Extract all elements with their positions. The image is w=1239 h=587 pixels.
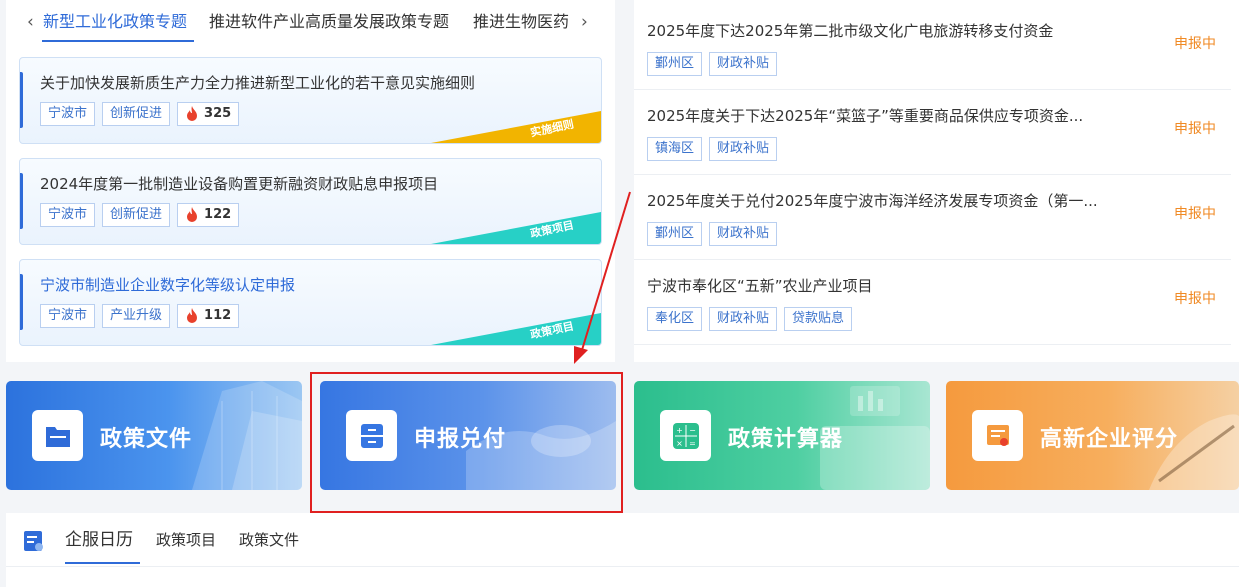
card-accent-bar [20, 72, 23, 128]
fund-title[interactable]: 宁波市奉化区“五新”农业产业项目 [647, 276, 1147, 296]
region-tag: 鄞州区 [647, 52, 703, 76]
svg-text:=: = [689, 439, 696, 448]
fund-tags: 鄞州区 财政补贴 [647, 52, 778, 76]
region-tag: 宁波市 [40, 203, 96, 227]
certificate-icon [972, 410, 1023, 461]
hot-count: 325 [204, 106, 232, 121]
category-tag: 财政补贴 [709, 307, 778, 331]
fire-icon [187, 308, 198, 323]
hot-count: 112 [204, 308, 232, 323]
category-tag: 创新促进 [102, 102, 171, 126]
tab-policy-projects[interactable]: 政策项目 [156, 529, 216, 551]
policy-card[interactable]: 宁波市制造业企业数字化等级认定申报 宁波市 产业升级 112 政策项目 [19, 259, 602, 346]
region-tag: 宁波市 [40, 102, 96, 126]
category-tag: 产业升级 [102, 304, 171, 328]
policy-card-title[interactable]: 关于加快发展新质生产力全力推进新型工业化的若干意见实施细则 [40, 73, 475, 93]
highlight-box [310, 372, 623, 513]
fire-icon [187, 106, 198, 121]
list-item[interactable]: 2025年度下达2025年第二批市级文化广电旅游转移支付资金 申报中 鄞州区 财… [634, 4, 1231, 90]
hot-count: 122 [204, 207, 232, 222]
funding-list-panel: 2025年度下达2025年第二批市级文化广电旅游转移支付资金 申报中 鄞州区 财… [634, 0, 1239, 362]
policy-card-title[interactable]: 2024年度第一批制造业设备购置更新融资财政贴息申报项目 [40, 174, 438, 194]
policy-documents-banner[interactable]: 政策文件 [6, 381, 302, 490]
tab-enterprise-calendar[interactable]: 企服日历 [65, 529, 133, 551]
hot-count-badge: 122 [177, 203, 240, 227]
tab-new-industrialization[interactable]: 新型工业化政策专题 [43, 12, 187, 32]
divider [6, 566, 1239, 567]
annotation-arrow-icon [574, 191, 631, 364]
policy-card[interactable]: 关于加快发展新质生产力全力推进新型工业化的若干意见实施细则 宁波市 创新促进 3… [19, 57, 602, 144]
tab-biomedicine[interactable]: 推进生物医药 [473, 12, 577, 32]
region-tag: 鄞州区 [647, 222, 703, 246]
policy-card-tags: 宁波市 创新促进 122 [40, 203, 240, 227]
active-tab-indicator [65, 562, 140, 564]
svg-text:×: × [676, 439, 683, 448]
policy-card-title[interactable]: 宁波市制造业企业数字化等级认定申报 [40, 275, 295, 295]
folder-icon [32, 410, 83, 461]
policy-topic-tabs: ‹ 新型工业化政策专题 推进软件产业高质量发展政策专题 推进生物医药 › [6, 0, 615, 46]
category-tag: 贷款贴息 [784, 307, 853, 331]
status-badge: 申报中 [1174, 121, 1216, 137]
calculator-icon: + − × = [660, 410, 711, 461]
region-tag: 奉化区 [647, 307, 703, 331]
policy-topic-panel: ‹ 新型工业化政策专题 推进软件产业高质量发展政策专题 推进生物医药 › 关于加… [6, 0, 615, 362]
status-badge: 申报中 [1174, 206, 1216, 222]
policy-card-tags: 宁波市 产业升级 112 [40, 304, 240, 328]
chevron-left-icon[interactable]: ‹ [27, 12, 34, 32]
category-tag: 财政补贴 [709, 222, 778, 246]
chevron-right-icon[interactable]: › [581, 12, 588, 32]
banner-label: 政策计算器 [728, 427, 844, 452]
fire-icon [187, 207, 198, 222]
fund-title[interactable]: 2025年度下达2025年第二批市级文化广电旅游转移支付资金 [647, 21, 1147, 41]
category-tag: 财政补贴 [709, 137, 778, 161]
svg-text:−: − [689, 426, 696, 435]
card-accent-bar [20, 173, 23, 229]
fund-tags: 镇海区 财政补贴 [647, 137, 778, 161]
region-tag: 宁波市 [40, 304, 96, 328]
fund-title[interactable]: 2025年度关于下达2025年“菜篮子”等重要商品保供应专项资金... [647, 106, 1147, 126]
card-accent-bar [20, 274, 23, 330]
fund-tags: 奉化区 财政补贴 贷款贴息 [647, 307, 853, 331]
category-tag: 财政补贴 [709, 52, 778, 76]
hot-count-badge: 112 [177, 304, 240, 328]
banner-label: 高新企业评分 [1040, 427, 1179, 452]
tab-policy-documents[interactable]: 政策文件 [239, 529, 299, 551]
high-tech-score-banner[interactable]: 高新企业评分 [946, 381, 1239, 490]
category-tag: 创新促进 [102, 203, 171, 227]
status-badge: 申报中 [1174, 36, 1216, 52]
status-badge: 申报中 [1174, 291, 1216, 307]
active-tab-indicator [42, 40, 194, 42]
policy-calculator-banner[interactable]: + − × = 政策计算器 [634, 381, 930, 490]
enterprise-calendar-bar: 企服日历 政策项目 政策文件 [6, 513, 1239, 587]
list-item[interactable]: 宁波市奉化区“五新”农业产业项目 申报中 奉化区 财政补贴 贷款贴息 [634, 259, 1231, 345]
tab-software-industry[interactable]: 推进软件产业高质量发展政策专题 [209, 12, 449, 32]
fund-tags: 鄞州区 财政补贴 [647, 222, 778, 246]
policy-card[interactable]: 2024年度第一批制造业设备购置更新融资财政贴息申报项目 宁波市 创新促进 12… [19, 158, 602, 245]
banner-label: 政策文件 [100, 427, 193, 452]
policy-card-tags: 宁波市 创新促进 325 [40, 102, 240, 126]
ribbon-shape [431, 111, 601, 143]
hot-count-badge: 325 [177, 102, 240, 126]
region-tag: 镇海区 [647, 137, 703, 161]
calendar-icon [24, 531, 43, 551]
list-item[interactable]: 2025年度关于兑付2025年度宁波市海洋经济发展专项资金（第一... 申报中 … [634, 174, 1231, 260]
fund-title[interactable]: 2025年度关于兑付2025年度宁波市海洋经济发展专项资金（第一... [647, 191, 1147, 211]
list-item[interactable]: 2025年度关于下达2025年“菜篮子”等重要商品保供应专项资金... 申报中 … [634, 89, 1231, 175]
svg-text:+: + [676, 426, 683, 435]
